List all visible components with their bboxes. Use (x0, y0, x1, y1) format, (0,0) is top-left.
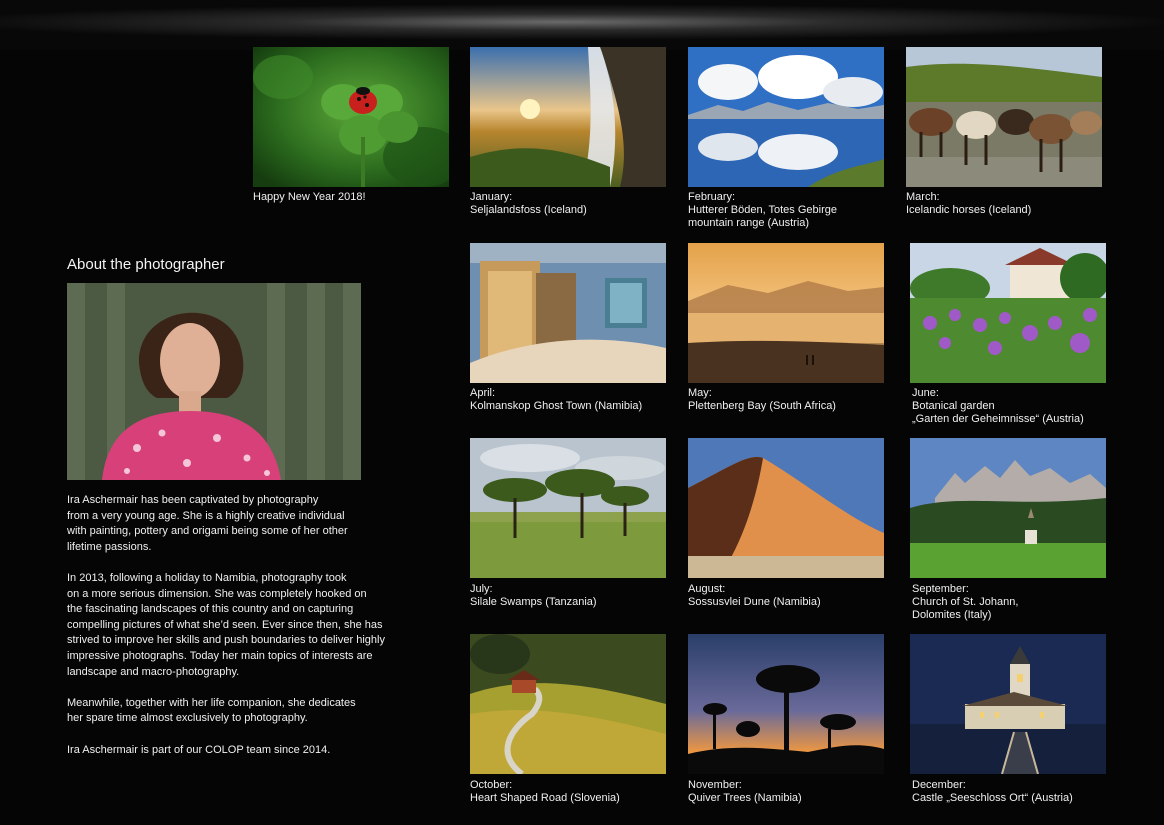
caption-july: July: Silale Swamps (Tanzania) (470, 583, 680, 609)
caption-month: December: (912, 779, 966, 791)
photo-august-sossusvlei (688, 438, 884, 578)
photographer-bio: Ira Aschermair has been captivated by ph… (67, 493, 427, 774)
caption-line: Quiver Trees (Namibia) (688, 792, 802, 804)
bio-paragraph: Ira Aschermair is part of our COLOP team… (67, 743, 331, 756)
caption-line: Hutterer Böden, Totes Gebirge (688, 204, 837, 216)
caption-month: November: (688, 779, 742, 791)
caption-february: February: Hutterer Böden, Totes Gebirge … (688, 191, 898, 230)
about-title: About the photographer (67, 256, 225, 273)
caption-august: August: Sossusvlei Dune (Namibia) (688, 583, 898, 609)
photo-september-st-johann (910, 438, 1106, 578)
caption-line: Seljalandsfoss (Iceland) (470, 204, 587, 216)
caption-october: October: Heart Shaped Road (Slovenia) (470, 779, 680, 805)
caption-line: Dolomites (Italy) (912, 609, 992, 621)
photographer-portrait (67, 283, 361, 480)
caption-line: „Garten der Geheimnisse“ (Austria) (912, 413, 1084, 425)
caption-line: Castle „Seeschloss Ort“ (Austria) (912, 792, 1073, 804)
caption-january: January: Seljalandsfoss (Iceland) (470, 191, 680, 217)
caption-may: May: Plettenberg Bay (South Africa) (688, 387, 898, 413)
caption-line: Sossusvlei Dune (Namibia) (688, 596, 821, 608)
photo-january-seljalandsfoss (470, 47, 666, 187)
caption-month: March: (906, 191, 940, 203)
caption-line: mountain range (Austria) (688, 217, 810, 229)
photo-october-heart-road (470, 634, 666, 774)
caption-month: October: (470, 779, 513, 791)
caption-line: Silale Swamps (Tanzania) (470, 596, 597, 608)
caption-april: April: Kolmanskop Ghost Town (Namibia) (470, 387, 680, 413)
photo-march-icelandic-horses (906, 47, 1102, 187)
photo-june-botanical-garden (910, 243, 1106, 383)
caption-line: Church of St. Johann, (912, 596, 1019, 608)
photo-july-silale-swamps (470, 438, 666, 578)
photo-new-year-ladybug (253, 47, 449, 187)
caption-line: Botanical garden (912, 400, 995, 412)
caption-month: June: (912, 387, 939, 399)
caption-month: February: (688, 191, 736, 203)
bio-paragraph: In 2013, following a holiday to Namibia,… (67, 571, 385, 678)
caption-line: Heart Shaped Road (Slovenia) (470, 792, 620, 804)
caption-month: January: (470, 191, 513, 203)
bio-paragraph: Meanwhile, together with her life compan… (67, 696, 356, 725)
caption-september: September: Church of St. Johann, Dolomit… (912, 583, 1122, 622)
photo-may-plettenberg-bay (688, 243, 884, 383)
caption-text: Happy New Year 2018! (253, 191, 366, 203)
caption-november: November: Quiver Trees (Namibia) (688, 779, 898, 805)
caption-month: April: (470, 387, 496, 399)
caption-line: Icelandic horses (Iceland) (906, 204, 1032, 216)
photo-february-hutterer-boeden (688, 47, 884, 187)
caption-march: March: Icelandic horses (Iceland) (906, 191, 1116, 217)
caption-line: Plettenberg Bay (South Africa) (688, 400, 836, 412)
top-vignette-band (0, 0, 1164, 50)
photo-april-kolmanskop (470, 243, 666, 383)
caption-new-year: Happy New Year 2018! (253, 191, 463, 204)
caption-month: September: (912, 583, 969, 595)
caption-month: July: (470, 583, 493, 595)
bio-paragraph: Ira Aschermair has been captivated by ph… (67, 494, 348, 553)
caption-june: June: Botanical garden „Garten der Gehei… (912, 387, 1122, 426)
caption-december: December: Castle „Seeschloss Ort“ (Austr… (912, 779, 1122, 805)
caption-line: Kolmanskop Ghost Town (Namibia) (470, 400, 643, 412)
caption-month: August: (688, 583, 726, 595)
caption-month: May: (688, 387, 712, 399)
photo-november-quiver-trees (688, 634, 884, 774)
photo-december-seeschloss-ort (910, 634, 1106, 774)
